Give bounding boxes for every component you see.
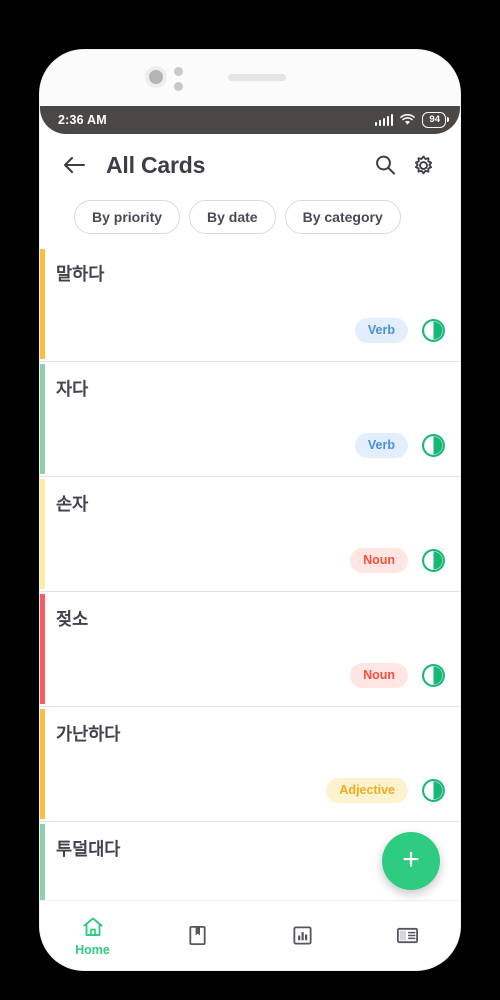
part-of-speech-badge: Noun	[350, 548, 408, 573]
phone-frame: 2:36 AM 94 All Cards By priority By date…	[40, 50, 460, 970]
part-of-speech-badge: Verb	[354, 433, 408, 458]
search-icon	[376, 155, 395, 175]
status-bar-time: 2:36 AM	[58, 113, 107, 127]
half-filled-circle-icon[interactable]	[421, 433, 446, 458]
status-bar: 2:36 AM 94	[40, 106, 460, 134]
battery-level-text: 94	[429, 114, 440, 126]
plus-icon: +	[402, 842, 420, 876]
card-body: 말하다 Verb	[45, 247, 460, 361]
nav-item-home-label: Home	[75, 942, 110, 957]
filter-chip-by-date[interactable]: By date	[189, 200, 276, 234]
part-of-speech-badge: Verb	[354, 318, 408, 343]
home-icon	[83, 917, 102, 936]
card-row[interactable]: 말하다 Verb	[40, 247, 460, 361]
card-body: 손자 Noun	[45, 477, 460, 591]
half-filled-circle-icon[interactable]	[421, 548, 446, 573]
filter-chip-group: By priority By date By category	[40, 196, 460, 247]
earpiece-speaker	[228, 74, 286, 81]
card-meta: Verb	[354, 318, 446, 343]
card-body: 가난하다 Adjective	[45, 707, 460, 821]
card-row[interactable]: 젖소 Noun	[40, 592, 460, 706]
nav-item-home[interactable]: Home	[40, 901, 145, 970]
card-meta: Noun	[350, 663, 446, 688]
bookmark-book-icon	[189, 925, 206, 946]
card-word: 자다	[56, 379, 89, 399]
card-body: 젖소 Noun	[45, 592, 460, 706]
card-list[interactable]: 말하다 Verb 자다 Verb 손자 Noun 젖소 Noun 가난하다 Ad…	[40, 247, 460, 907]
page-title: All Cards	[106, 151, 206, 178]
signal-bars-icon	[374, 114, 394, 126]
book-layout-icon	[397, 927, 418, 944]
search-button[interactable]	[366, 146, 404, 184]
half-filled-circle-icon[interactable]	[421, 778, 446, 803]
phone-screen: 2:36 AM 94 All Cards By priority By date…	[40, 106, 460, 970]
filter-chip-by-category[interactable]: By category	[284, 200, 401, 234]
settings-button[interactable]	[404, 146, 442, 184]
card-word: 말하다	[56, 264, 105, 284]
card-word: 손자	[56, 494, 89, 514]
part-of-speech-badge: Noun	[350, 663, 408, 688]
status-bar-icons: 94	[374, 111, 449, 129]
nav-item-stats[interactable]	[250, 901, 355, 970]
half-filled-circle-icon[interactable]	[421, 318, 446, 343]
phone-bezel	[40, 50, 460, 106]
card-meta: Noun	[350, 548, 446, 573]
card-word: 가난하다	[56, 724, 121, 744]
filter-chip-by-priority[interactable]: By priority	[74, 200, 181, 234]
card-meta: Verb	[354, 433, 446, 458]
half-filled-circle-icon[interactable]	[421, 663, 446, 688]
card-row[interactable]: 자다 Verb	[40, 362, 460, 476]
bar-chart-icon	[293, 926, 312, 945]
nav-item-browse[interactable]	[355, 901, 460, 970]
card-meta: Adjective	[326, 778, 446, 803]
sensor-dot-icon	[174, 82, 183, 91]
bottom-navigation-bar: Home	[40, 900, 460, 970]
back-arrow-icon	[63, 156, 86, 174]
gear-icon	[414, 155, 432, 174]
card-body: 자다 Verb	[45, 362, 460, 476]
part-of-speech-badge: Adjective	[326, 778, 408, 803]
card-row[interactable]: 가난하다 Adjective	[40, 707, 460, 821]
wifi-icon	[400, 114, 416, 125]
add-card-fab[interactable]: +	[382, 832, 440, 890]
card-word: 젖소	[56, 609, 89, 629]
card-row[interactable]: 손자 Noun	[40, 477, 460, 591]
sensor-dot-icon	[174, 67, 183, 76]
nav-item-decks[interactable]	[145, 901, 250, 970]
front-camera-icon	[145, 66, 167, 88]
app-bar: All Cards	[40, 134, 460, 196]
battery-icon: 94	[422, 111, 449, 129]
back-button[interactable]	[54, 145, 94, 185]
